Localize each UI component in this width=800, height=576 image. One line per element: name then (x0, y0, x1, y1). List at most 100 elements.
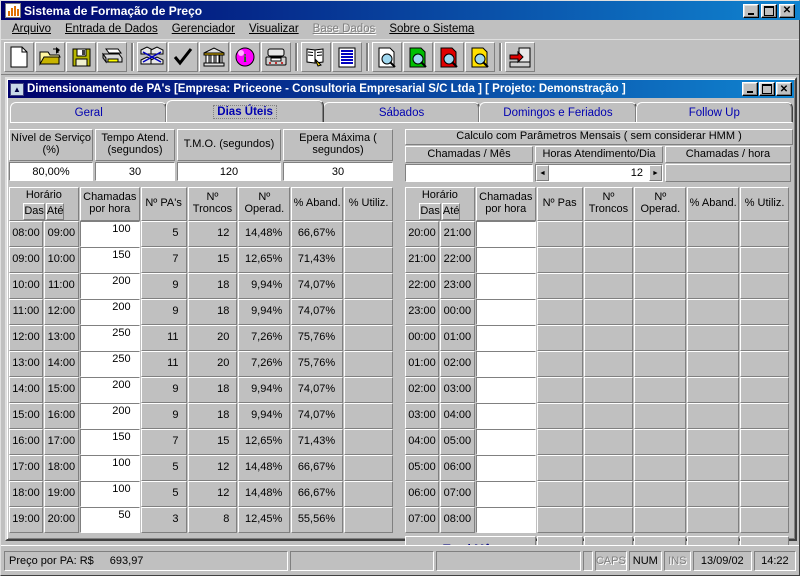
cell-das: 21:00 (405, 247, 439, 273)
tab-domingos-e-feriados[interactable]: Domingos e Feriados (479, 102, 637, 122)
header-chamadas-mes: Chamadas / Mês (405, 146, 533, 163)
cell-chamadas[interactable]: 50 (79, 507, 140, 533)
cell-ate: 03:00 (439, 377, 475, 403)
cell-chamadas[interactable] (475, 455, 536, 481)
cell-chamadas[interactable] (475, 247, 536, 273)
menu-item-sobre-o-sistema[interactable]: Sobre o Sistema (382, 21, 481, 37)
cell-chamadas[interactable]: 200 (79, 273, 140, 299)
exit-door-icon (509, 47, 531, 67)
cell-chamadas[interactable]: 250 (79, 351, 140, 377)
cell-chamadas[interactable] (475, 299, 536, 325)
cell-chamadas[interactable] (475, 481, 536, 507)
table-row: 03:00 04:00 (405, 403, 789, 429)
network-sites-button[interactable] (137, 42, 167, 72)
open-folder-button[interactable] (35, 42, 65, 72)
child-close-button[interactable]: ✕ (776, 82, 792, 96)
cell-chamadas[interactable] (475, 325, 536, 351)
cell-operad (634, 507, 687, 533)
cell-chamadas[interactable]: 200 (79, 403, 140, 429)
cell-utiliz (344, 325, 393, 351)
preview-yellow-button[interactable] (465, 42, 495, 72)
cell-chamadas[interactable]: 150 (79, 247, 140, 273)
cell-chamadas[interactable] (475, 273, 536, 299)
preview-green-button[interactable] (403, 42, 433, 72)
tab-geral[interactable]: Geral (10, 102, 168, 122)
menu-item-arquivo[interactable]: Arquivo (5, 21, 58, 37)
cell-das: 01:00 (405, 351, 439, 377)
child-maximize-button[interactable] (759, 82, 775, 96)
child-minimize-button[interactable] (742, 82, 758, 96)
input-chamadas-mes[interactable] (405, 164, 533, 182)
cell-ate: 10:00 (43, 247, 79, 273)
cell-utiliz (740, 403, 789, 429)
spinner-horas-atendimento-dia[interactable]: ◄ 12 ► (535, 164, 663, 182)
exit-button[interactable] (505, 42, 535, 72)
tab-dias-uteis[interactable]: Dias Úteis (166, 100, 324, 122)
value-espera-maxima[interactable]: 30 (283, 162, 393, 181)
header-num-pas-left: Nº PA's (140, 187, 187, 221)
telephone-button[interactable] (261, 42, 291, 72)
report-book-button[interactable] (301, 42, 331, 72)
cell-ate: 06:00 (439, 455, 475, 481)
spinner-value[interactable]: 12 (549, 167, 649, 179)
confirm-button[interactable] (168, 42, 198, 72)
value-tempo-atend[interactable]: 30 (95, 162, 175, 181)
cell-ate: 13:00 (43, 325, 79, 351)
header-horario-right-label: Horário (421, 188, 458, 201)
cell-troncos (583, 455, 634, 481)
cell-das: 02:00 (405, 377, 439, 403)
cell-chamadas[interactable]: 150 (79, 429, 140, 455)
close-button[interactable]: ✕ (779, 3, 795, 18)
value-nivel-servico[interactable]: 80,00% (9, 162, 93, 181)
print-button[interactable] (97, 42, 127, 72)
cell-chamadas[interactable]: 100 (79, 221, 140, 247)
status-price-value: 693,97 (109, 554, 144, 567)
cell-chamadas[interactable]: 100 (79, 455, 140, 481)
menu-item-gerenciador[interactable]: Gerenciador (165, 21, 242, 37)
tab-sabados[interactable]: Sábados (322, 102, 481, 122)
cell-chamadas[interactable]: 100 (79, 481, 140, 507)
maximize-button[interactable] (761, 3, 777, 18)
cell-pas: 9 (140, 299, 187, 325)
cell-operad: 14,48% (238, 455, 291, 481)
cell-troncos (583, 221, 634, 247)
header-das-left: Das (23, 203, 45, 220)
cell-ate: 01:00 (439, 325, 475, 351)
preview-white-button[interactable] (372, 42, 402, 72)
cell-chamadas[interactable] (475, 507, 536, 533)
list-lines-button[interactable] (332, 42, 362, 72)
header-num-operad-right: Nº Operad. (634, 187, 687, 221)
spinner-decrement-icon[interactable]: ◄ (536, 165, 549, 181)
cell-chamadas[interactable]: 250 (79, 325, 140, 351)
preview-red-button[interactable] (434, 42, 464, 72)
spinner-increment-icon[interactable]: ► (649, 165, 662, 181)
cell-das: 17:00 (9, 455, 43, 481)
cell-chamadas[interactable]: 200 (79, 377, 140, 403)
menu-item-entrada-de-dados[interactable]: Entrada de Dados (58, 21, 165, 37)
cell-chamadas[interactable] (475, 221, 536, 247)
minimize-button[interactable] (743, 3, 759, 18)
cell-troncos (583, 403, 634, 429)
cell-utiliz (740, 273, 789, 299)
menu-item-visualizar[interactable]: Visualizar (242, 21, 306, 37)
save-button[interactable] (66, 42, 96, 72)
cell-operad: 9,94% (238, 299, 291, 325)
cell-chamadas[interactable] (475, 377, 536, 403)
new-document-button[interactable] (4, 42, 34, 72)
tab-follow-up[interactable]: Follow Up (635, 102, 794, 122)
cell-chamadas[interactable] (475, 351, 536, 377)
header-das-right: Das (419, 203, 441, 220)
cell-chamadas[interactable]: 200 (79, 299, 140, 325)
info-button[interactable]: i (230, 42, 260, 72)
cell-chamadas[interactable] (475, 403, 536, 429)
cell-pas: 9 (140, 377, 187, 403)
value-tmo[interactable]: 120 (177, 162, 281, 181)
bank-button[interactable] (199, 42, 229, 72)
toolbar-separator-4 (496, 42, 505, 72)
header-espera-maxima: Epera Máxima ( segundos) (283, 129, 393, 161)
cell-pas (536, 351, 583, 377)
cell-chamadas[interactable] (475, 429, 536, 455)
cell-utiliz (740, 455, 789, 481)
save-disk-icon (72, 48, 90, 66)
report-book-icon (306, 48, 324, 67)
